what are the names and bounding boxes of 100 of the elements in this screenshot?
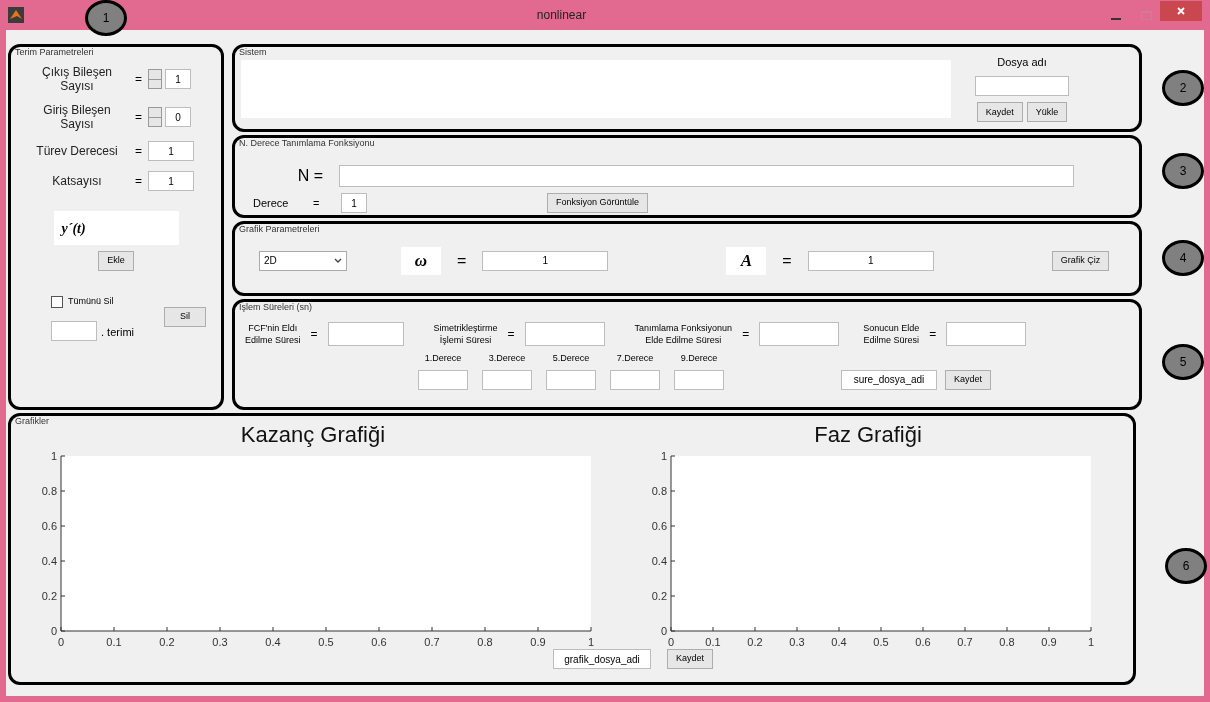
panel-title: İşlem Süreleri (sn) [239, 303, 312, 312]
minimize-icon[interactable] [1111, 18, 1121, 20]
input-field[interactable]: 0 [165, 107, 191, 127]
tick-label: 0.3 [212, 636, 228, 648]
spinner-arrows[interactable] [148, 107, 162, 127]
push-button[interactable]: Sil [164, 307, 206, 327]
input-field[interactable]: 1 [482, 250, 609, 271]
input-field[interactable]: 1 [807, 250, 934, 271]
input-field[interactable]: sure_dosya_adi [841, 369, 937, 390]
push-button[interactable]: Kaydet [976, 102, 1023, 123]
input-field[interactable] [946, 322, 1027, 346]
equals-sign: = [310, 326, 318, 343]
input-field[interactable]: 1 [341, 193, 367, 213]
dimension-dropdown[interactable]: 2D [259, 250, 347, 271]
tick-label: 0.6 [915, 636, 931, 648]
input-field[interactable]: 1 [148, 141, 194, 161]
tick-label: 0.2 [651, 590, 667, 602]
equals-sign: = [135, 143, 142, 160]
input-field[interactable] [418, 369, 468, 390]
tick-label: 0.6 [651, 520, 667, 532]
symbol-label: ω [401, 246, 441, 275]
panel-title: Grafik Parametreleri [239, 225, 320, 234]
input-field[interactable] [51, 320, 97, 341]
tick-label: 0.1 [106, 636, 122, 648]
push-button[interactable]: Yükle [1026, 102, 1068, 123]
input-field[interactable]: 1 [148, 171, 194, 191]
chevron-down-icon [334, 257, 342, 264]
chart-title: Faz Grafiği [814, 422, 922, 448]
degree-label: 7.Derece [616, 352, 654, 365]
equals-sign: = [135, 173, 142, 190]
tick-label: 1 [50, 450, 57, 462]
tick-label: 0.2 [41, 590, 57, 602]
push-button[interactable]: Grafik Çiz [1051, 250, 1110, 271]
degree-label: Derece [253, 195, 290, 211]
tick-label: 0.7 [957, 636, 973, 648]
parameter-label: Giriş Bileşen Sayısı [42, 103, 112, 131]
degree-label: 5.Derece [552, 352, 590, 365]
tick-label: 1 [660, 450, 667, 462]
equals-sign: = [782, 250, 792, 271]
checkbox[interactable]: Tümünü Sil [51, 295, 134, 309]
term-preview: y´(t) [53, 211, 179, 245]
degree-label: 3.Derece [488, 352, 526, 365]
tick-label: 0.2 [159, 636, 175, 648]
panel-title: Sistem [239, 48, 267, 57]
equals-sign: = [929, 326, 937, 343]
equals-sign: = [457, 250, 467, 271]
push-button[interactable]: Ekle [98, 251, 134, 271]
push-button[interactable]: Kaydet [667, 649, 714, 669]
input-field[interactable] [975, 76, 1069, 97]
parameter-label: Katsayısı [51, 174, 103, 188]
tick-label: 0.7 [424, 636, 440, 648]
tick-label: 0.9 [530, 636, 546, 648]
tick-label: 0 [667, 636, 675, 648]
close-icon [1177, 7, 1185, 15]
file-name-label: Dosya adı [997, 54, 1047, 70]
tick-label: 0.8 [999, 636, 1015, 648]
spinner-arrows[interactable] [148, 69, 162, 89]
input-field[interactable] [674, 369, 724, 390]
input-field[interactable] [339, 165, 1074, 187]
tick-label: 0.2 [747, 636, 763, 648]
input-field[interactable] [482, 369, 532, 390]
panel-title: N. Derece Tanımlama Fonksiyonu [239, 139, 375, 148]
window-title: nonlinear [536, 7, 587, 24]
input-field[interactable] [327, 322, 404, 346]
equals-sign: = [135, 109, 142, 126]
input-field[interactable] [610, 369, 660, 390]
duration-label: FCF'nin Eldı Edilme Süresi [245, 322, 301, 346]
tick-label: 1 [587, 636, 595, 648]
push-button[interactable]: Fonksiyon Görüntüle [547, 193, 649, 213]
symbol-label: A [726, 246, 767, 275]
equals-sign: = [742, 326, 750, 343]
duration-label: Sonucun Elde Edilme Süresi [863, 322, 920, 346]
tick-label: 0 [57, 636, 65, 648]
tick-label: 0.6 [41, 520, 57, 532]
tick-label: 0 [660, 625, 667, 637]
term-label: . terimi [101, 325, 134, 340]
input-field[interactable]: grafik_dosya_adi [553, 649, 651, 669]
tick-label: 0.5 [318, 636, 334, 648]
push-button[interactable]: Kaydet [945, 369, 992, 390]
duration-label: Simetrikleştirme İşlemi Süresi [433, 322, 498, 346]
panel-title: Terim Parametreleri [15, 48, 94, 57]
tick-label: 0.8 [651, 485, 667, 497]
tick-label: 0.6 [371, 636, 387, 648]
tick-label: 0.8 [477, 636, 493, 648]
equals-sign: = [135, 71, 142, 88]
input-field[interactable] [546, 369, 596, 390]
tick-label: 1 [1087, 636, 1095, 648]
input-field[interactable]: 1 [165, 69, 191, 89]
n-label: N = [296, 166, 323, 186]
maximize-icon[interactable] [1141, 10, 1152, 20]
tick-label: 0 [50, 625, 57, 637]
input-field[interactable] [524, 322, 605, 346]
close-button[interactable] [1160, 1, 1202, 21]
tick-label: 0.4 [831, 636, 847, 648]
tick-label: 0.9 [1041, 636, 1057, 648]
app-icon [8, 7, 24, 23]
callout-number: 1 [85, 0, 127, 36]
tick-label: 0.8 [41, 485, 57, 497]
input-field[interactable] [759, 322, 840, 346]
equals-sign: = [507, 326, 515, 343]
